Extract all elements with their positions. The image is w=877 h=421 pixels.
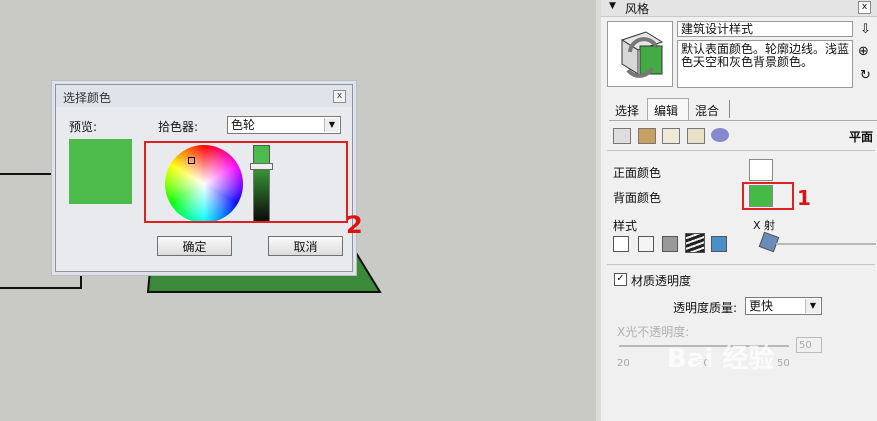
styles-panel: ▼ 风格 x 建筑设计样式 默认表面颜色。轮廓边线。浅蓝色天空和灰色背景颜色。 … xyxy=(596,0,877,421)
panel-header[interactable]: ▼ 风格 x xyxy=(601,0,877,17)
section-face-title: 平面 xyxy=(849,130,874,144)
opacity-tick-right: 50 xyxy=(777,358,790,369)
style-description-textarea[interactable]: 默认表面颜色。轮廓边线。浅蓝色天空和灰色背景颜色。 xyxy=(677,40,853,88)
watermark-settings-icon[interactable] xyxy=(687,128,705,144)
wireframe-mode-icon[interactable] xyxy=(613,236,629,252)
tab-select[interactable]: 选择 xyxy=(615,102,639,119)
front-color-label: 正面颜色 xyxy=(613,166,662,180)
quality-label: 透明度质量: xyxy=(673,301,738,315)
panel-title: 风格 xyxy=(625,2,650,16)
modeling-settings-icon[interactable] xyxy=(711,128,729,142)
style-name-input[interactable]: 建筑设计样式 xyxy=(677,21,853,37)
front-color-swatch[interactable] xyxy=(749,159,773,181)
dialog-title: 选择颜色 xyxy=(63,91,112,105)
xray-label: X 射 xyxy=(753,219,776,232)
chevron-down-icon[interactable]: ▼ xyxy=(805,299,820,313)
transparency-label: 材质透明度 xyxy=(631,274,692,288)
dialog-titlebar[interactable]: 选择颜色 x xyxy=(56,85,352,107)
update-style-icon[interactable]: ⇩ xyxy=(860,22,871,37)
monochrome-mode-icon[interactable] xyxy=(711,236,727,252)
annotation-box-picker xyxy=(144,141,348,223)
quality-select[interactable]: 更快 ▼ xyxy=(745,297,822,315)
picker-select[interactable]: 色轮 ▼ xyxy=(227,116,341,134)
picker-select-value: 色轮 xyxy=(231,118,256,132)
tab-edit-label: 编辑 xyxy=(654,104,679,118)
create-style-icon[interactable]: ⊕ xyxy=(858,44,869,59)
divider xyxy=(607,264,875,265)
preview-label: 预览: xyxy=(69,120,98,134)
face-settings-icon[interactable] xyxy=(638,128,656,144)
annotation-one: 1 xyxy=(797,186,811,210)
transparency-checkbox[interactable]: ✓ xyxy=(614,273,627,286)
opacity-value-input[interactable]: 50 xyxy=(796,337,822,353)
hidden-line-mode-icon[interactable] xyxy=(638,236,654,252)
cancel-button[interactable]: 取消 xyxy=(268,236,343,256)
refresh-icon[interactable]: ↻ xyxy=(860,68,871,83)
style-label: 样式 xyxy=(613,219,638,233)
background-settings-icon[interactable] xyxy=(662,128,680,144)
textured-mode-icon[interactable] xyxy=(685,233,705,253)
divider xyxy=(607,150,875,151)
chevron-down-icon[interactable]: ▼ xyxy=(324,118,339,132)
dialog-close-button[interactable]: x xyxy=(333,90,346,103)
back-color-label: 背面颜色 xyxy=(613,191,662,205)
collapse-triangle-icon[interactable]: ▼ xyxy=(609,1,616,11)
tab-separator xyxy=(729,100,730,118)
panel-close-button[interactable]: x xyxy=(858,1,871,14)
model-edge xyxy=(80,272,82,288)
style-preview-icon xyxy=(620,31,664,78)
annotation-two: 2 xyxy=(346,211,363,239)
ok-button[interactable]: 确定 xyxy=(157,236,232,256)
opacity-tick-left: 20 xyxy=(617,358,630,369)
model-edge xyxy=(0,287,82,289)
edge-settings-icon[interactable] xyxy=(613,128,631,144)
tab-edit[interactable]: 编辑 xyxy=(647,98,689,120)
tab-mix[interactable]: 混合 xyxy=(695,102,719,119)
select-color-dialog: 选择颜色 x 预览: 拾色器: 色轮 ▼ 2 确定 取消 xyxy=(55,84,363,272)
xray-toggle-icon[interactable] xyxy=(758,231,780,253)
tab-strip: 选择 编辑 混合 xyxy=(609,98,877,121)
annotation-box-back-color xyxy=(742,182,794,210)
color-preview-swatch xyxy=(69,139,132,204)
shaded-mode-icon[interactable] xyxy=(662,236,678,252)
style-thumbnail[interactable] xyxy=(607,21,673,87)
quality-select-value: 更快 xyxy=(749,299,774,313)
watermark-logo: Bai 经验 xyxy=(667,344,775,374)
picker-label: 拾色器: xyxy=(158,120,199,134)
xray-slider-track[interactable] xyxy=(776,243,876,245)
